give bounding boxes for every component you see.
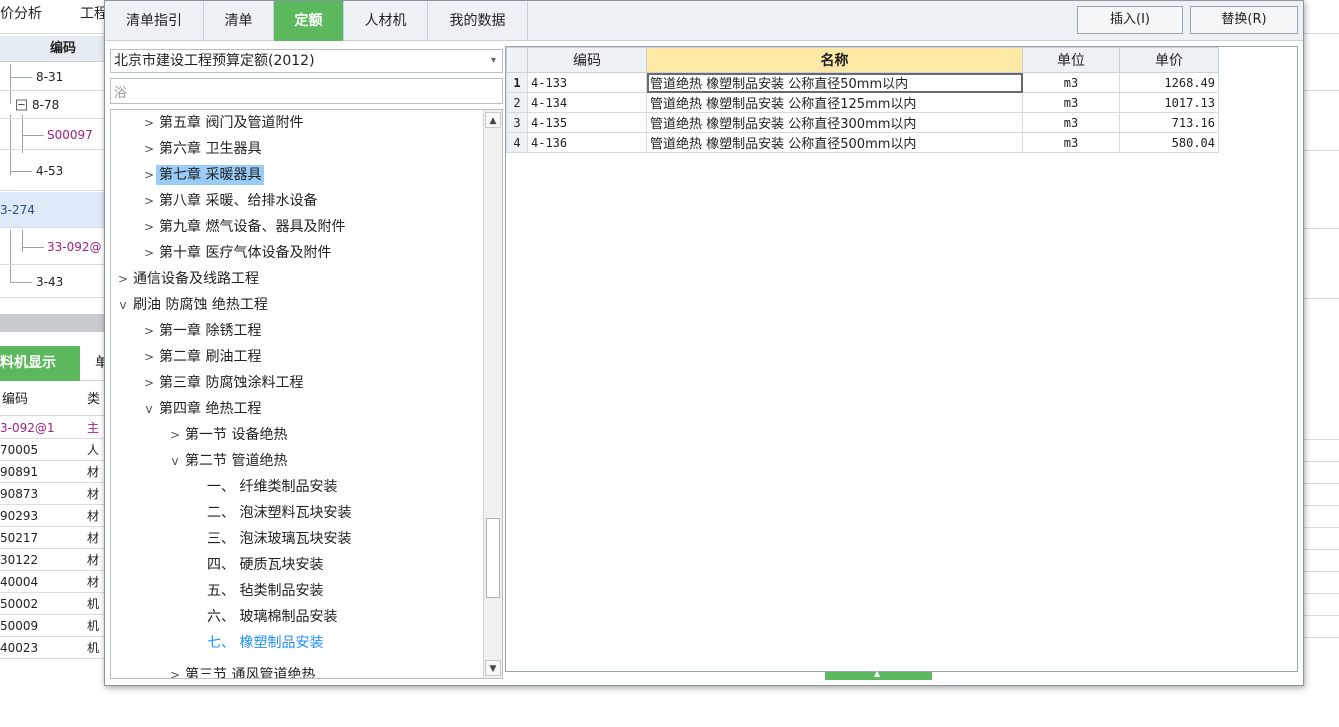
chevron-right-icon: > [143,142,155,156]
panel-collapse-handle[interactable]: ▲ [825,669,932,680]
collapse-icon: − [16,99,27,111]
tree-item[interactable]: > 第九章 燃气设备、器具及附件 [142,214,348,240]
bg-tree-row[interactable]: 3-43 [0,266,105,298]
chevron-down-icon: v [119,298,127,312]
tree-item-selected[interactable]: > 第七章 采暖器具 [142,162,265,188]
chevron-down-icon: v [145,402,153,416]
tree-item[interactable]: > 第二章 刷油工程 [142,344,264,370]
chevron-right-icon: > [143,220,155,234]
bg-tree-row-selected[interactable]: 3-274 [0,192,105,228]
chevron-right-icon: > [143,350,155,364]
chevron-right-icon: > [143,376,155,390]
bg-material-row[interactable]: 30122 材 [0,550,105,571]
bg-tree-row[interactable]: 4-53 [0,151,105,191]
table-row[interactable]: 3 4-135 管道绝热 橡塑制品安装 公称直径300mm以内 m3 713.1… [506,112,1219,133]
search-input[interactable] [110,78,503,104]
price-header[interactable]: 单价 [1119,47,1219,73]
chevron-right-icon: > [143,168,155,182]
quota-result-table: 编码 名称 单位 单价 1 4-133 管道绝热 橡塑制品安装 公称直径50mm… [506,47,1219,153]
table-row[interactable]: 4 4-136 管道绝热 橡塑制品安装 公称直径500mm以内 m3 580.0… [506,132,1219,153]
background-right-column [1302,36,1339,646]
chevron-right-icon: > [143,194,155,208]
bg-tree-row[interactable]: 8-31 [0,64,105,91]
tree-item[interactable]: > 第一章 除锈工程 [142,318,264,344]
row-number-header [506,47,528,73]
tab-quota[interactable]: 定额 [274,1,344,41]
bg-lower-code-header: 编码 [2,392,29,407]
scroll-down-icon[interactable]: ▼ [485,660,501,676]
quota-library-select[interactable]: 北京市建设工程预算定额(2012) ▾ [110,49,503,73]
tree-item[interactable]: > 第八章 采暖、给排水设备 [142,188,320,214]
chevron-down-icon: v [171,454,179,468]
scroll-thumb[interactable] [486,518,500,598]
scroll-up-icon[interactable]: ▲ [485,112,501,128]
tree-item[interactable]: > 第一节 设备绝热 [168,422,290,448]
bg-lower-type-header: 类 [87,392,101,407]
tab-my-data[interactable]: 我的数据 [428,1,528,41]
bg-material-row[interactable]: 50002 机 [0,594,105,615]
tree-item[interactable]: > 第六章 卫生器具 [142,136,264,162]
tree-item[interactable]: > 第三章 防腐蚀涂料工程 [142,370,306,396]
chevron-right-icon: > [117,272,129,286]
chevron-right-icon: > [169,428,181,442]
bg-material-row[interactable]: 90891 材 [0,462,105,483]
code-header[interactable]: 编码 [527,47,647,73]
bg-material-row[interactable]: 70005 人 [0,440,105,461]
replace-button[interactable]: 替换(R) [1190,6,1298,34]
tree-item[interactable]: > 通信设备及线路工程 [116,266,262,292]
name-header[interactable]: 名称 [646,47,1023,73]
bg-material-row[interactable]: 40023 机 [0,638,105,659]
insert-button[interactable]: 插入(I) [1077,6,1183,34]
chevron-right-icon: > [143,324,155,338]
tree-item[interactable]: 一、 纤维类制品安装 [204,474,340,500]
table-row[interactable]: 1 4-133 管道绝热 橡塑制品安装 公称直径50mm以内 m3 1268.4… [506,72,1219,93]
tree-item[interactable]: 五、 毡类制品安装 [204,578,326,604]
bg-material-row[interactable]: 40004 材 [0,572,105,593]
tab-bill-guide[interactable]: 清单指引 [105,1,204,41]
bg-material-row[interactable]: 50217 材 [0,528,105,549]
bg-material-row[interactable]: 50009 机 [0,616,105,637]
tree-item[interactable]: 六、 玻璃棉制品安装 [204,604,340,630]
bg-material-row[interactable]: 90873 材 [0,484,105,505]
tree-item[interactable]: 四、 硬质瓦块安装 [204,552,326,578]
bg-tree-row[interactable]: S00097 [0,120,105,150]
tree-item[interactable]: 二、 泡沫塑料瓦块安装 [204,500,354,526]
quota-lookup-dialog: 清单指引 清单 定额 人材机 我的数据 插入(I) 替换(R) 北京市建设工程预… [104,0,1304,686]
tree-item[interactable]: v 第四章 绝热工程 [142,396,264,422]
bg-material-row[interactable]: 3-092@1 主 [0,418,105,439]
bg-tab-material-display[interactable]: 料机显示 [0,346,80,381]
unit-header[interactable]: 单位 [1022,47,1120,73]
tree-item[interactable]: 三、 泡沫玻璃瓦块安装 [204,526,354,552]
bg-code-header: 编码 [50,41,77,56]
chevron-down-icon: ▾ [490,55,496,66]
tree-item[interactable]: > 第五章 阀门及管道附件 [142,110,306,136]
bg-material-row[interactable]: 90293 材 [0,506,105,527]
tree-item[interactable]: v 第二节 管道绝热 [168,448,290,474]
tree-item[interactable]: v 刷油 防腐蚀 绝热工程 [116,292,271,318]
tree-item[interactable]: > 第三节 通风管道绝热 [168,662,318,679]
dialog-tabbar: 清单指引 清单 定额 人材机 我的数据 插入(I) 替换(R) [105,1,1303,41]
quota-result-area: 编码 名称 单位 单价 1 4-133 管道绝热 橡塑制品安装 公称直径50mm… [505,46,1298,672]
bg-tree-row[interactable]: − 8-78 [0,92,105,119]
quota-library-value: 北京市建设工程预算定额(2012) [114,53,315,69]
chevron-right-icon: > [143,116,155,130]
tab-bill[interactable]: 清单 [204,1,274,41]
chevron-right-icon: > [169,668,181,679]
tree-item-active[interactable]: 七、 橡塑制品安装 [204,630,326,656]
table-row[interactable]: 2 4-134 管道绝热 橡塑制品安装 公称直径125mm以内 m3 1017.… [506,92,1219,113]
tab-labor-material-machine[interactable]: 人材机 [344,1,428,41]
quota-chapter-tree: > 第五章 阀门及管道附件 > 第六章 卫生器具 > 第七章 采暖器具 > 第八章 采暖… [110,109,503,679]
bg-tree-row[interactable]: 33-092@ [0,229,105,265]
chevron-right-icon: > [143,246,155,260]
tree-item[interactable]: > 第十章 医疗气体设备及附件 [142,240,334,266]
bg-tab-price-analysis[interactable]: 价分析 [0,0,42,34]
chevron-up-icon: ▲ [874,669,881,678]
tree-scrollbar[interactable]: ▲ ▼ [483,110,502,678]
